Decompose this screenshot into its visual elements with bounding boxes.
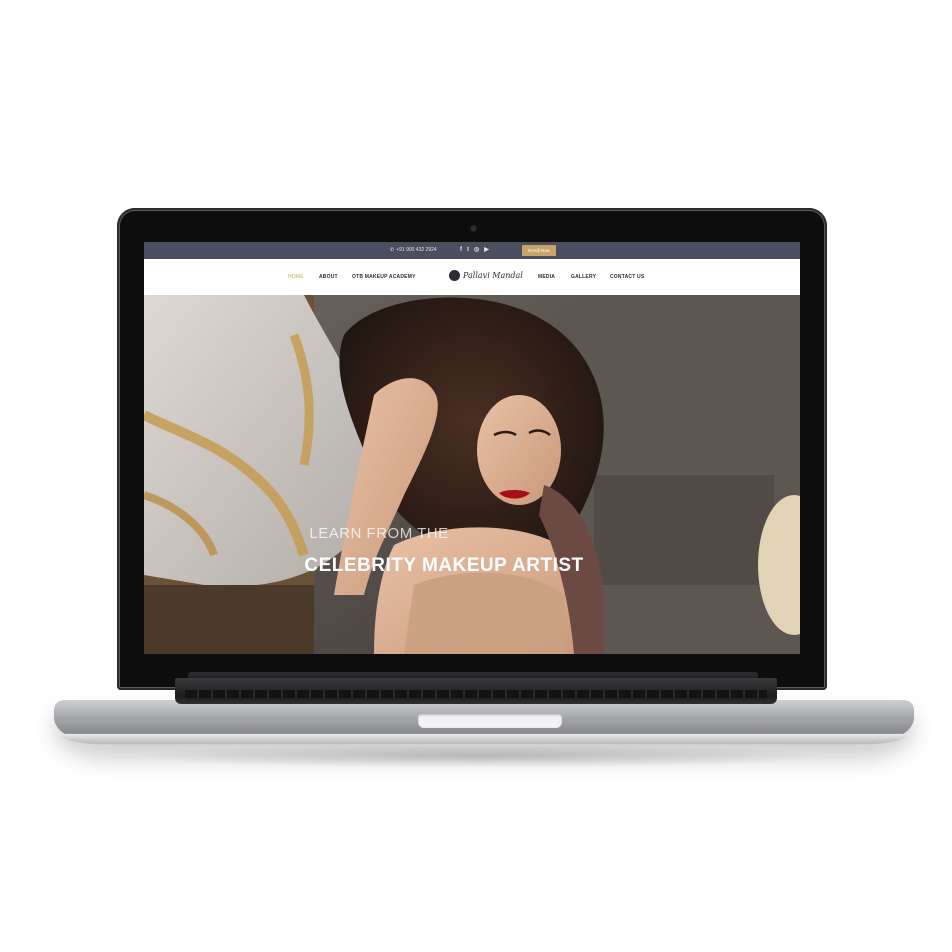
social-links: f t ◎ ▶ xyxy=(460,246,489,255)
nav-home[interactable]: HOME xyxy=(288,274,304,281)
logo-emblem-icon xyxy=(449,270,460,281)
instagram-icon[interactable]: ◎ xyxy=(474,246,479,255)
phone-text: +91 900 432 2924 xyxy=(396,247,437,253)
top-info-bar: ✆ +91 900 432 2924 f t ◎ ▶ Enroll Now xyxy=(144,242,800,259)
logo-signature: Pallavi Mandal xyxy=(463,271,523,280)
phone-number[interactable]: ✆ +91 900 432 2924 xyxy=(390,246,437,255)
laptop-screen: ✆ +91 900 432 2924 f t ◎ ▶ Enroll Now HOM… xyxy=(144,242,800,654)
youtube-icon[interactable]: ▶ xyxy=(484,246,489,255)
nav-contact-us[interactable]: CONTACT US xyxy=(610,274,644,281)
nav-media[interactable]: MEDIA xyxy=(538,274,555,281)
webcam xyxy=(471,226,476,231)
site-logo[interactable]: Pallavi Mandal xyxy=(449,268,523,286)
hero-banner: LEARN FROM THE CELEBRITY MAKEUP ARTIST xyxy=(144,295,800,654)
laptop-base-lip xyxy=(60,734,908,744)
nav-otb-makeup-academy[interactable]: OTB MAKEUP ACADEMY xyxy=(352,274,416,281)
phone-icon: ✆ xyxy=(390,247,395,253)
lid-notch xyxy=(418,714,562,728)
hero-photo xyxy=(144,295,800,654)
enroll-now-button[interactable]: Enroll Now xyxy=(522,245,556,256)
twitter-icon[interactable]: t xyxy=(467,246,469,255)
nav-about[interactable]: ABOUT xyxy=(319,274,338,281)
keyboard-keys xyxy=(185,690,767,698)
facebook-icon[interactable]: f xyxy=(460,246,462,255)
hero-title: CELEBRITY MAKEUP ARTIST xyxy=(304,555,584,576)
hero-subtitle: LEARN FROM THE xyxy=(309,525,449,542)
laptop-shadow xyxy=(130,744,830,768)
main-navigation: HOME ABOUT OTB MAKEUP ACADEMY Pallavi Ma… xyxy=(144,259,800,295)
nav-gallery[interactable]: GALLERY xyxy=(571,274,596,281)
